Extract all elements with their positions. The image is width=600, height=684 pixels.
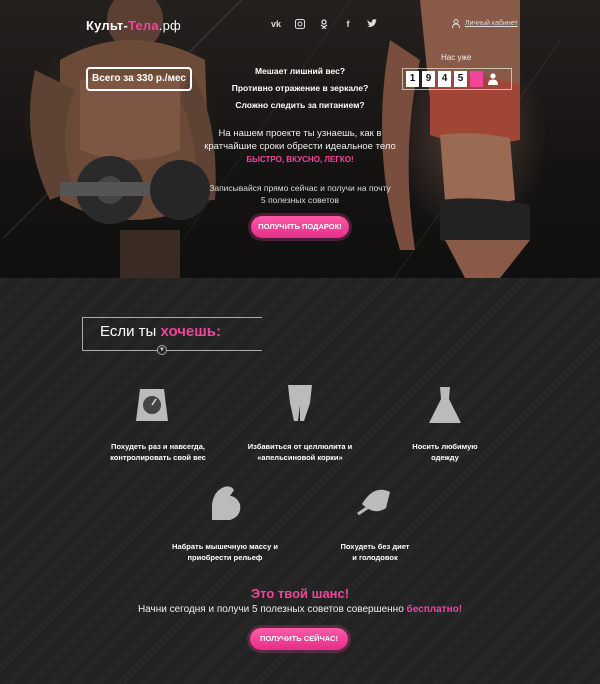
want-item: Похудеть раз и навсегда, контролировать … bbox=[88, 441, 228, 463]
logo-domain: .рф bbox=[158, 18, 181, 33]
want-item-line: Набрать мышечную массу и bbox=[172, 542, 278, 551]
start-text-accent: бесплатно! bbox=[406, 604, 463, 615]
want-item-line: Похудеть без диет bbox=[340, 542, 410, 551]
hero-section: Культ-Тела.рф vk f Личный кабинет Всего … bbox=[0, 0, 600, 278]
question-item: Сложно следить за питанием? bbox=[235, 100, 365, 110]
chance-heading: Это твой шанс! bbox=[250, 586, 350, 601]
want-item-line: «апельсиновой корки» bbox=[257, 453, 343, 462]
price-badge: Всего за 330 р./мес bbox=[86, 67, 192, 91]
want-item-line: Избавиться от целлюлита и bbox=[247, 442, 353, 451]
counter-digit: 4 bbox=[438, 71, 451, 87]
counter-digit: 5 bbox=[454, 71, 467, 87]
logo-text-accent: Тела bbox=[128, 18, 159, 33]
want-item-line: контролировать свой вес bbox=[110, 453, 206, 462]
start-text-plain: Начни сегодня и получи 5 полезных совето… bbox=[137, 604, 407, 615]
pitch-highlight: БЫСТРО, ВКУСНО, ЛЕГКО! bbox=[246, 155, 354, 164]
pitch-line: кратчайшие сроки обрести идеальное тело bbox=[204, 141, 396, 152]
subtext-line: 5 полезных советов bbox=[260, 195, 340, 205]
vk-icon[interactable]: vk bbox=[270, 19, 282, 29]
pitch-line: На нашем проекте ты узнаешь, как в bbox=[218, 128, 382, 139]
site-logo[interactable]: Культ-Тела.рф bbox=[86, 18, 181, 33]
counter-accent-cell bbox=[470, 71, 483, 87]
wants-title: Если ты хочешь: bbox=[100, 323, 221, 340]
wants-title-plain: Если ты bbox=[100, 323, 161, 340]
get-now-button[interactable]: ПОЛУЧИТЬ СЕЙЧАС! bbox=[250, 628, 348, 650]
dress-icon bbox=[429, 387, 461, 423]
want-item: Похудеть без диет и голодовок bbox=[305, 541, 445, 563]
counter-digit: 1 bbox=[406, 71, 419, 87]
want-item: Набрать мышечную массу и приобрести рель… bbox=[155, 541, 295, 563]
facebook-icon[interactable]: f bbox=[342, 19, 354, 29]
want-item-line: Похудеть раз и навсегда, bbox=[111, 442, 205, 451]
twitter-icon[interactable] bbox=[366, 19, 378, 29]
questions-list: Мешает лишний вес? Противно отражение в … bbox=[215, 63, 385, 114]
social-links: vk f bbox=[270, 19, 378, 30]
start-text: Начни сегодня и получи 5 полезных совето… bbox=[0, 604, 600, 615]
hero-pitch: На нашем проекте ты узнаешь, как в кратч… bbox=[170, 127, 430, 166]
user-icon bbox=[486, 71, 499, 87]
question-item: Противно отражение в зеркале? bbox=[231, 83, 369, 93]
wants-title-accent: хочешь: bbox=[160, 323, 221, 340]
scale-icon bbox=[136, 389, 168, 421]
want-item-line: приобрести рельеф bbox=[187, 553, 263, 562]
personal-cabinet-link[interactable]: Личный кабинет bbox=[452, 19, 518, 28]
counter-digit: 9 bbox=[422, 71, 435, 87]
odnoklassniki-icon[interactable] bbox=[318, 19, 330, 30]
counter-label: Нас уже bbox=[441, 53, 472, 62]
hero-subtext: Записывайся прямо сейчас и получи на поч… bbox=[180, 182, 420, 206]
food-icon bbox=[357, 489, 390, 516]
want-item-line: одежду bbox=[431, 453, 459, 462]
want-item-line: и голодовок bbox=[352, 553, 398, 562]
want-item: Носить любимую одежду bbox=[375, 441, 515, 463]
user-icon bbox=[452, 19, 460, 28]
want-item: Избавиться от целлюлита и «апельсиновой … bbox=[230, 441, 370, 463]
instagram-icon[interactable] bbox=[294, 19, 306, 29]
get-gift-button[interactable]: ПОЛУЧИТЬ ПОДАРОК! bbox=[251, 216, 349, 238]
legs-icon bbox=[288, 385, 312, 421]
bicep-icon bbox=[212, 486, 241, 520]
want-item-line: Носить любимую bbox=[412, 442, 478, 451]
question-item: Мешает лишний вес? bbox=[254, 66, 346, 76]
member-counter: 1 9 4 5 bbox=[402, 68, 512, 90]
cabinet-label: Личный кабинет bbox=[465, 20, 518, 27]
chevron-down-icon: ▼ bbox=[157, 345, 167, 355]
logo-text: Культ- bbox=[86, 18, 128, 33]
subtext-line: Записывайся прямо сейчас и получи на поч… bbox=[209, 183, 391, 193]
